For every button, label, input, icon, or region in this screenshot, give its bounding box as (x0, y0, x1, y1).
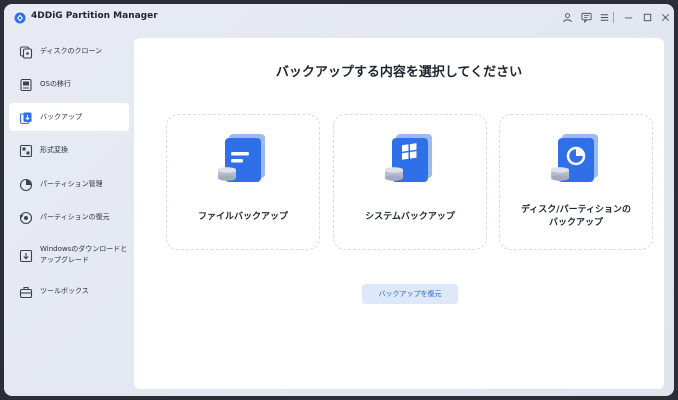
card-label: システムバックアップ (365, 212, 455, 222)
sidebar-item-label: ツールボックス (40, 287, 89, 295)
sidebar-item-label: OSの移行 (40, 80, 71, 88)
minimize-icon[interactable] (621, 10, 635, 24)
file-backup-icon (218, 134, 265, 182)
disk-partition-backup-icon (551, 134, 598, 182)
backup-icon (19, 110, 33, 125)
sidebar: ディスクのクローン OSの移行 バックアップ 形式変換 パーティション管理 パー… (4, 34, 132, 396)
title-bar: 4DDiG Partition Manager (4, 4, 674, 32)
toolbox-icon (19, 284, 33, 299)
system-backup-icon (385, 134, 432, 182)
page-title: バックアップする内容を選択してください (275, 65, 523, 80)
card-label: ディスク/パーティションの (520, 205, 632, 215)
partition-recovery-icon (19, 210, 33, 225)
app-window: 4DDiG Partition Manager ディスクのクローン OSの移行 … (4, 4, 674, 396)
feedback-icon[interactable] (579, 10, 593, 24)
menu-icon[interactable] (597, 10, 611, 24)
account-icon[interactable] (560, 10, 574, 24)
sidebar-item-disk-clone[interactable]: ディスクのクローン (9, 37, 129, 65)
maximize-icon[interactable] (640, 10, 654, 24)
app-title: 4DDiG Partition Manager (31, 11, 158, 21)
title-bar-divider (613, 12, 614, 23)
sidebar-item-backup[interactable]: バックアップ (9, 103, 129, 131)
file-backup-card[interactable]: ファイルバックアップ (166, 114, 320, 250)
sidebar-item-windows-upgrade[interactable]: Windowsのダウンロードと アップグレード (9, 238, 129, 272)
format-convert-icon (19, 143, 33, 158)
sidebar-item-label: パーティション管理 (40, 180, 103, 188)
sidebar-item-format-convert[interactable]: 形式変換 (9, 136, 129, 164)
windows-upgrade-icon (19, 248, 33, 263)
system-backup-card[interactable]: システムバックアップ (333, 114, 487, 250)
sidebar-item-label: バックアップ (40, 113, 82, 121)
sidebar-item-label: Windowsのダウンロードと (40, 245, 128, 253)
sidebar-item-label: パーティションの復元 (40, 213, 110, 221)
partition-manage-icon (19, 177, 33, 192)
sidebar-item-partition-manage[interactable]: パーティション管理 (9, 170, 129, 198)
sidebar-item-label-line2: アップグレード (40, 256, 89, 264)
app-logo-icon (14, 12, 26, 24)
card-label-line2: バックアップ (548, 218, 603, 228)
sidebar-item-label: 形式変換 (40, 146, 68, 154)
sidebar-item-partition-recovery[interactable]: パーティションの復元 (9, 203, 129, 231)
close-icon[interactable] (658, 10, 672, 24)
disk-partition-backup-card[interactable]: ディスク/パーティションの バックアップ (499, 114, 653, 250)
disk-clone-icon (19, 44, 33, 59)
sidebar-item-toolbox[interactable]: ツールボックス (9, 277, 129, 305)
card-label: ファイルバックアップ (197, 212, 288, 222)
sidebar-item-os-migration[interactable]: OSの移行 (9, 70, 129, 98)
sidebar-item-label: ディスクのクローン (40, 47, 103, 55)
main-panel: バックアップする内容を選択してください ファイルバックアップ システムバックアッ… (134, 38, 664, 389)
os-migration-icon (19, 77, 33, 92)
restore-backup-button[interactable]: バックアップを復元 (362, 284, 458, 304)
